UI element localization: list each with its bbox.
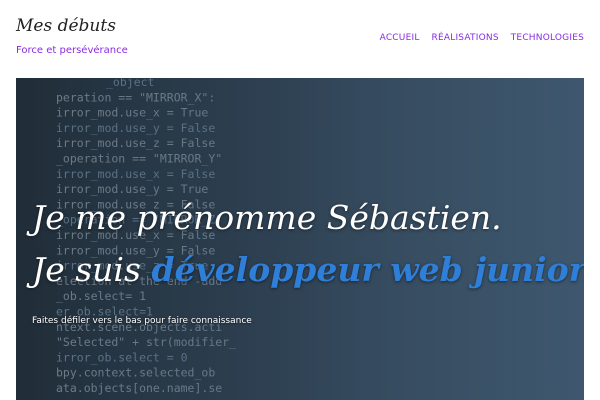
nav-item-accueil[interactable]: ACCUEIL xyxy=(380,33,420,43)
hero-heading-name: Je me prénomme Sébastien. xyxy=(32,198,502,237)
site-tagline: Force et persévérance xyxy=(16,45,128,56)
site-title[interactable]: Mes débuts xyxy=(16,16,116,36)
nav-item-technologies[interactable]: TECHNOLOGIES xyxy=(511,33,584,43)
hero-role-prefix: Je suis xyxy=(32,250,141,289)
site-header: Mes débuts Force et persévérance ACCUEIL… xyxy=(0,0,600,78)
hero-scroll-hint: Faites défiler vers le bas pour faire co… xyxy=(32,316,252,326)
hero-typed-text: développeur web junior. xyxy=(151,250,584,289)
main-nav: ACCUEIL RÉALISATIONS TECHNOLOGIES xyxy=(380,33,584,43)
hero-banner: _objectperation == "MIRROR_X":irror_mod.… xyxy=(16,78,584,400)
hero-overlay xyxy=(16,78,584,400)
nav-item-realisations[interactable]: RÉALISATIONS xyxy=(432,33,499,43)
hero-heading-role: Je suis développeur web junior.| xyxy=(32,250,584,289)
